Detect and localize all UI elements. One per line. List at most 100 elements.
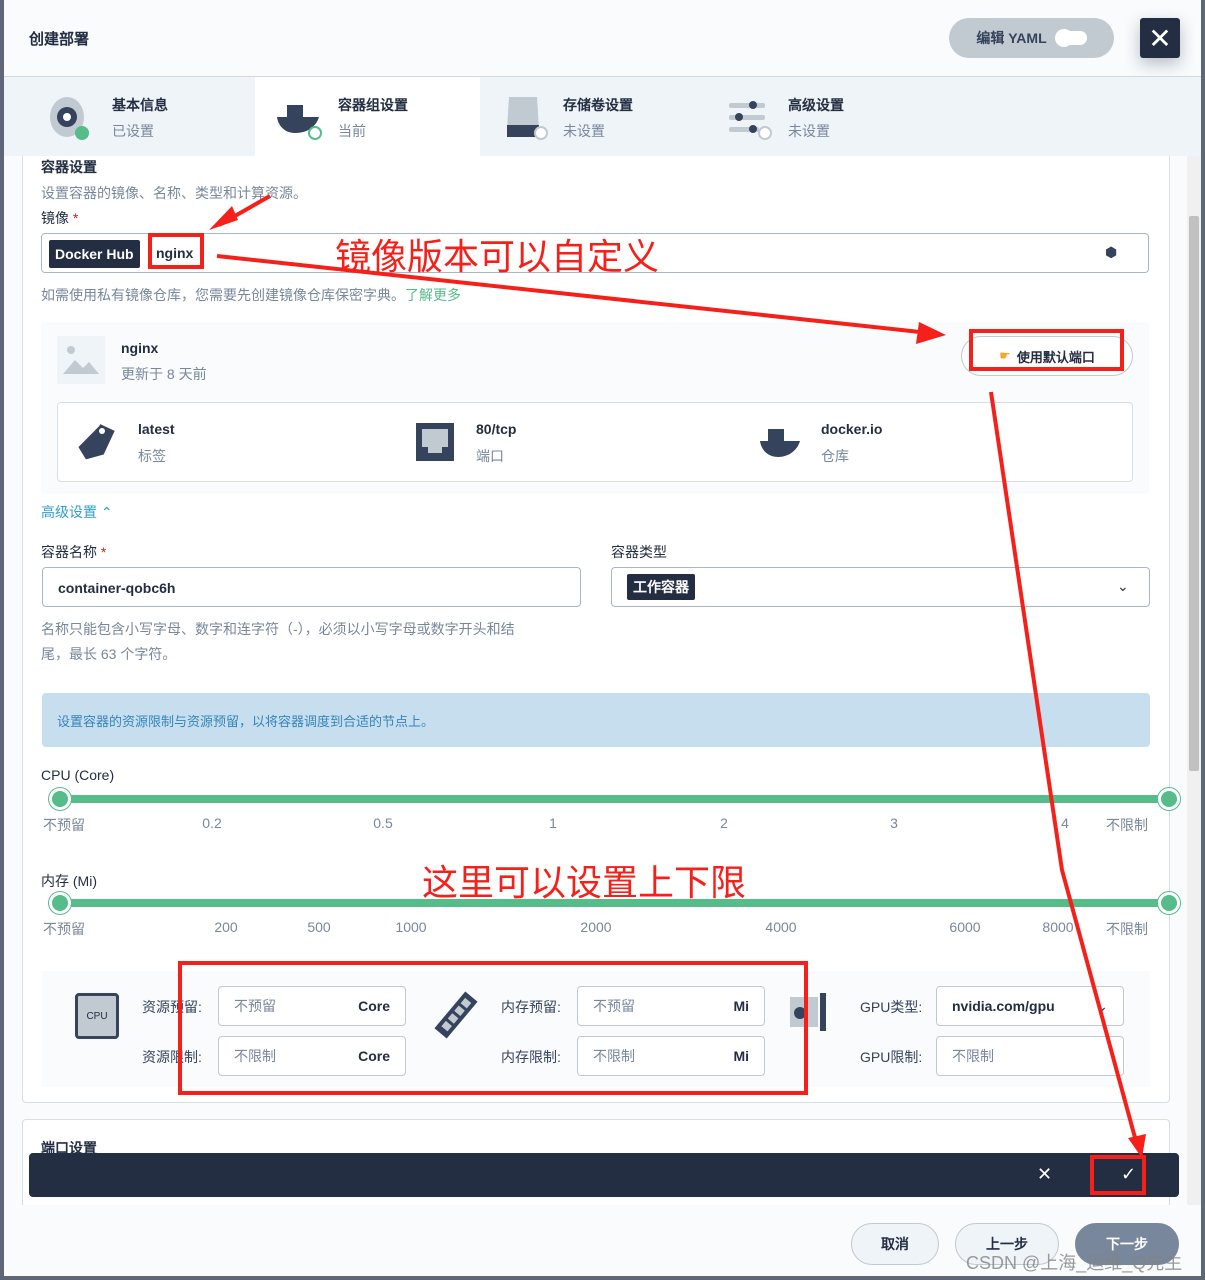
cpu-request-input[interactable]: 不预留 Core — [218, 986, 406, 1026]
container-name-input[interactable]: container-qobc6h — [42, 567, 581, 607]
storage-icon — [507, 97, 548, 140]
edit-yaml-toggle[interactable]: 编辑 YAML — [949, 18, 1114, 58]
footer: 取消 上一步 下一步 CSDN @上海_运维_Q先生 — [4, 1205, 1201, 1276]
step-basic-info[interactable]: 基本信息 已设置 — [4, 77, 229, 157]
slider-tick-label: 200 — [214, 919, 238, 935]
slider-tick-label: 2 — [720, 815, 728, 831]
container-name-label: 容器名称 * — [41, 544, 107, 560]
range-slider-track[interactable] — [49, 788, 1180, 810]
hand-pointer-icon: ☛ — [999, 348, 1011, 363]
slider-tick-label: 500 — [307, 919, 331, 935]
docker-icon — [760, 429, 800, 457]
gpu-icon — [790, 993, 826, 1031]
slider-tick-label: 不预留 — [43, 921, 85, 937]
slider-tick-label: 不限制 — [1106, 817, 1148, 833]
advanced-settings-toggle[interactable]: 高级设置 ⌃ — [41, 502, 113, 522]
info-label: 标签 — [138, 448, 166, 464]
close-button[interactable]: ✕ — [1140, 18, 1180, 58]
resource-request-label: 资源预留: — [142, 999, 202, 1015]
slider-tick-label: 不限制 — [1106, 921, 1148, 937]
step-status: 当前 — [338, 123, 366, 139]
ethernet-port-icon — [416, 423, 454, 461]
slider-tick-label: 2000 — [580, 919, 612, 935]
slider-tick-label: 6000 — [949, 919, 981, 935]
gpu-limit-label: GPU限制: — [860, 1049, 923, 1065]
section-title: 容器设置 — [41, 159, 97, 175]
steps-bar: 基本信息 已设置 容器组设置 当前 存储卷设置 未设置 高级设置 未设置 — [4, 76, 1201, 157]
container-type-select[interactable]: 工作容器 ⌄ — [611, 567, 1150, 607]
step-container-group[interactable]: 容器组设置 当前 — [255, 77, 480, 157]
cpu-label: CPU (Core) — [41, 767, 115, 783]
slider-tick-label: 8000 — [1042, 919, 1074, 935]
slider-handle[interactable] — [49, 788, 71, 810]
container-type-value: 工作容器 — [627, 574, 695, 600]
info-label: 仓库 — [821, 448, 849, 464]
resource-inputs: CPU 资源预留: 资源限制: 不预留 Core 不限制 Core 内存预留: 内存… — [42, 971, 1150, 1087]
edit-yaml-label: 编辑 YAML — [976, 30, 1047, 46]
info-value: 80/tcp — [476, 421, 517, 437]
cancel-button[interactable]: 取消 — [851, 1223, 939, 1265]
slider-handle[interactable] — [49, 892, 71, 914]
slider-tick-label: 0.5 — [373, 815, 393, 831]
image-hint: 如需使用私有镜像仓库，您需要先创建镜像仓库保密字典。了解更多 — [41, 287, 461, 303]
modal-title: 创建部署 — [29, 31, 90, 48]
container-settings-card: 容器设置 设置容器的镜像、名称、类型和计算资源。 镜像 * Docker Hub… — [22, 156, 1180, 1103]
close-icon: ✕ — [1148, 22, 1172, 54]
memory-request-input[interactable]: 不预留 Mi — [577, 986, 765, 1026]
step-title: 存储卷设置 — [563, 97, 633, 113]
step-advanced[interactable]: 高级设置 未设置 — [705, 77, 930, 157]
toggle-switch[interactable] — [1054, 29, 1087, 47]
chevron-down-icon: ⌄ — [1096, 997, 1108, 1014]
memory-request-label: 内存预留: — [501, 999, 561, 1015]
scrollbar[interactable] — [1187, 156, 1201, 1205]
memory-icon — [434, 991, 478, 1039]
memory-limit-label: 内存限制: — [501, 1049, 561, 1065]
gpu-type-select[interactable]: nvidia.com/gpu ⌄ — [936, 986, 1124, 1026]
step-storage[interactable]: 存储卷设置 未设置 — [480, 77, 705, 157]
basic-info-icon — [50, 97, 89, 140]
memory-limit-input[interactable]: 不限制 Mi — [577, 1036, 765, 1076]
annotation-image-note: 镜像版本可以自定义 — [335, 236, 660, 277]
sliders-icon — [729, 101, 772, 140]
chevron-up-icon: ⌃ — [100, 504, 113, 520]
resource-banner: 设置容器的资源限制与资源预留，以将容器调度到合适的节点上。 — [42, 693, 1150, 747]
info-value: docker.io — [821, 421, 883, 437]
check-icon[interactable]: ✓ — [1121, 1164, 1136, 1185]
image-label: 镜像 * — [41, 210, 79, 226]
learn-more-link[interactable]: 了解更多 — [405, 287, 461, 303]
slider-tick-label: 1000 — [395, 919, 427, 935]
image-placeholder-icon — [57, 336, 105, 384]
docker-icon — [277, 105, 322, 140]
gpu-limit-input[interactable]: 不限制 — [936, 1036, 1124, 1076]
chevron-down-icon: ⌄ — [1117, 578, 1129, 594]
container-name-hint: 名称只能包含小写字母、数字和连字符（-），必须以小写字母或数字开头和结 尾，最长 … — [41, 621, 515, 662]
registry-tag[interactable]: Docker Hub — [49, 240, 140, 268]
slider-tick-label: 4 — [1061, 815, 1069, 831]
form-content: 容器设置 设置容器的镜像、名称、类型和计算资源。 镜像 * Docker Hub… — [4, 156, 1187, 1205]
slider-tick-label: 4000 — [765, 919, 797, 935]
cpu-limit-input[interactable]: 不限制 Core — [218, 1036, 406, 1076]
image-name: nginx — [121, 340, 159, 356]
step-title: 高级设置 — [788, 97, 844, 113]
image-info-box: latest 标签 80/tcp 端口 docker.io 仓库 — [57, 402, 1133, 482]
slider-handle[interactable] — [1158, 892, 1180, 914]
confirm-bar: ✕ ✓ — [29, 1153, 1179, 1197]
memory-label: 内存 (Mi) — [41, 873, 97, 889]
tag-icon — [78, 424, 115, 460]
section-desc: 设置容器的镜像、名称、类型和计算资源。 — [41, 185, 307, 201]
image-updated: 更新于 8 天前 — [121, 366, 207, 382]
image-details: nginx 更新于 8 天前 ☛ 使用默认端口 latest 标签 80/tcp … — [41, 322, 1149, 494]
cpu-icon: CPU — [75, 993, 119, 1039]
container-type-label: 容器类型 — [611, 544, 667, 560]
cube-icon[interactable]: ⬢ — [1105, 244, 1117, 261]
slider-tick-label: 不预留 — [43, 817, 85, 833]
slider-tick-label: 1 — [549, 815, 557, 831]
use-default-port-button[interactable]: ☛ 使用默认端口 — [961, 336, 1133, 376]
slider-handle[interactable] — [1158, 788, 1180, 810]
resource-limit-label: 资源限制: — [142, 1049, 202, 1065]
step-status: 未设置 — [788, 123, 830, 139]
step-title: 基本信息 — [112, 97, 168, 113]
annotation-limit-note: 这里可以设置上下限 — [422, 862, 747, 903]
close-icon[interactable]: ✕ — [1037, 1164, 1052, 1185]
gpu-type-label: GPU类型: — [860, 999, 923, 1015]
